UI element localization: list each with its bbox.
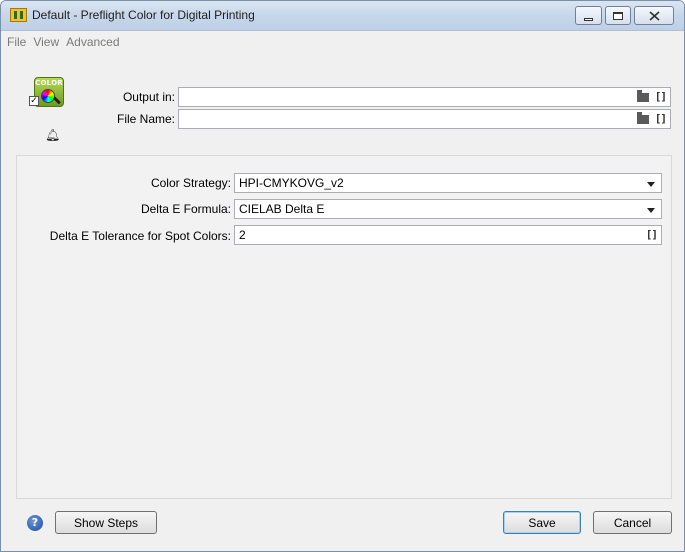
output-in-label: Output in: [122, 90, 175, 104]
minimize-button[interactable] [575, 6, 602, 25]
maximize-icon [613, 11, 623, 20]
file-name-label: File Name: [116, 112, 175, 126]
save-button[interactable]: Save [503, 511, 581, 534]
color-wheel-icon [41, 89, 55, 103]
menu-view[interactable]: View [33, 35, 59, 49]
variable-icon[interactable]: [] [655, 112, 667, 125]
file-name-icons: [] [636, 112, 667, 125]
show-steps-button[interactable]: Show Steps [55, 511, 157, 534]
menu-file[interactable]: File [7, 35, 26, 49]
output-in-field[interactable]: [] [178, 87, 671, 107]
app-window: Default - Preflight Color for Digital Pr… [0, 0, 685, 552]
minimize-icon [584, 17, 593, 21]
cancel-button[interactable]: Cancel [593, 511, 672, 534]
file-name-field[interactable]: [] [178, 109, 671, 129]
folder-icon[interactable] [636, 112, 649, 124]
delta-formula-value: CIELAB Delta E [239, 202, 325, 216]
menu-advanced[interactable]: Advanced [66, 35, 119, 49]
enabled-checkbox[interactable]: ✓ [29, 96, 39, 106]
maximize-button[interactable] [605, 6, 631, 25]
output-in-icons: [] [636, 90, 667, 103]
variable-icon[interactable]: [] [655, 90, 667, 103]
delta-formula-label: Delta E Formula: [140, 202, 231, 216]
color-icon-label: COLOR [35, 79, 63, 87]
variable-icon[interactable]: [] [646, 228, 658, 241]
close-icon [648, 10, 660, 21]
folder-icon[interactable] [636, 90, 649, 102]
chevron-down-icon [647, 208, 655, 213]
bell-icon[interactable]: 🔔︎ [45, 128, 60, 142]
color-strategy-value: HPI-CMYKOVG_v2 [239, 176, 344, 190]
tolerance-field[interactable]: 2 [] [234, 225, 662, 245]
tolerance-label: Delta E Tolerance for Spot Colors: [49, 229, 231, 243]
color-strategy-label: Color Strategy: [150, 176, 231, 190]
app-icon [10, 8, 27, 22]
chevron-down-icon [647, 182, 655, 187]
delta-formula-select[interactable]: CIELAB Delta E [234, 199, 662, 219]
tolerance-value: 2 [239, 228, 246, 242]
window-title: Default - Preflight Color for Digital Pr… [32, 8, 255, 22]
help-icon[interactable]: ? [27, 515, 43, 531]
title-bar[interactable]: Default - Preflight Color for Digital Pr… [1, 1, 684, 31]
close-button[interactable] [634, 6, 674, 25]
color-strategy-select[interactable]: HPI-CMYKOVG_v2 [234, 173, 662, 193]
menu-bar: File View Advanced [1, 31, 684, 53]
tolerance-icons: [] [646, 228, 658, 241]
magnifier-handle-icon [53, 96, 61, 105]
